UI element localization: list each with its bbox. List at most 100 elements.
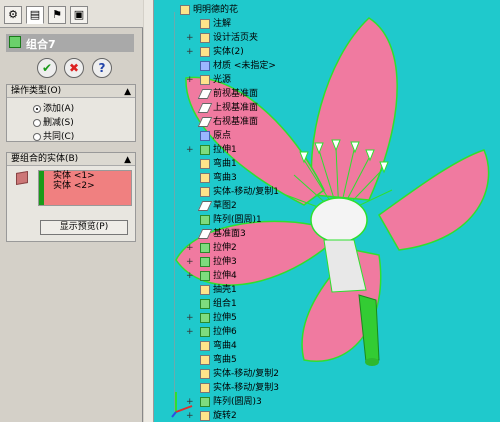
bodies-header-label: 要组合的实体(B) (11, 154, 79, 164)
tree-item[interactable]: 组合1 (200, 298, 237, 310)
configuration-manager-tab[interactable]: ⚑ (48, 6, 66, 24)
radio-icon (33, 118, 41, 127)
combine-icon (200, 298, 210, 309)
show-preview-button[interactable]: 显示预览(P) (40, 220, 128, 235)
tree-item[interactable]: 注解 (200, 18, 231, 30)
tree-item[interactable]: 实体-移动/复制3 (200, 382, 279, 394)
expand-icon[interactable]: + (186, 312, 194, 324)
feature-manager-tab[interactable]: ⚙ (4, 6, 22, 24)
tree-item-label: 右视基准面 (213, 117, 259, 127)
tree-item-label: 实体-移动/复制1 (213, 187, 280, 197)
cancel-button[interactable]: ✖ (64, 58, 84, 78)
tree-root[interactable]: 明明德的花 (180, 4, 238, 16)
extrude-icon (200, 144, 210, 155)
tree-item[interactable]: 原点 (200, 130, 231, 142)
bodies-selection-list[interactable]: 实体 <1> 实体 <2> (38, 170, 132, 206)
list-item[interactable]: 实体 <2> (39, 181, 131, 191)
feature-manager-icon: ⚙ (8, 8, 18, 21)
tree-item[interactable]: 弯曲4 (200, 340, 237, 352)
collapse-chevron-icon[interactable]: ▲ (124, 154, 131, 166)
manager-tabbar: ⚙ ▤ ⚑ ▣ (0, 0, 143, 28)
expand-icon[interactable]: + (186, 326, 194, 338)
tree-item[interactable]: 弯曲3 (200, 172, 237, 184)
operation-type-header[interactable]: 操作类型(O) ▲ (7, 85, 135, 98)
tree-item-label: 阵列(圆周)1 (213, 215, 262, 225)
tree-item-label: 实体-移动/复制2 (213, 369, 280, 379)
tree-item[interactable]: 弯曲1 (200, 158, 237, 170)
extrude-icon (200, 270, 210, 281)
tree-item-label: 注解 (213, 19, 232, 29)
tree-item-label: 前视基准面 (213, 89, 259, 99)
radio-selected-icon (33, 104, 41, 113)
display-manager-tab[interactable]: ▣ (70, 6, 88, 24)
tree-item[interactable]: 实体-移动/复制2 (200, 368, 279, 380)
flex-icon (200, 340, 210, 351)
tree-item-label: 旋转2 (213, 411, 237, 421)
lights-icon (200, 74, 210, 85)
tree-item[interactable]: 右视基准面 (197, 116, 259, 128)
plane-icon (197, 116, 213, 127)
tree-item-label: 设计活页夹 (213, 33, 259, 43)
operation-type-label: 操作类型(O) (11, 86, 62, 96)
list-item[interactable]: 实体 <1> (39, 171, 131, 181)
annotation-icon (200, 18, 210, 29)
radio-subtract[interactable]: 删减(S) (33, 115, 74, 128)
tree-item[interactable]: + 设计活页夹 (186, 32, 259, 44)
ok-button[interactable]: ✔ (37, 58, 57, 78)
combine-icon (9, 36, 21, 48)
origin-icon (200, 130, 210, 141)
tree-item[interactable]: + 拉伸3 (186, 256, 237, 268)
property-manager-tab[interactable]: ▤ (26, 6, 44, 24)
solid-body-icon (16, 170, 28, 186)
tree-item[interactable]: + 拉伸4 (186, 270, 237, 282)
tree-item[interactable]: 实体-移动/复制1 (200, 186, 279, 198)
display-icon: ▣ (73, 8, 85, 21)
graphics-area[interactable]: 明明德的花 注解 + 设计活页夹 + 实体(2) 材质 <未指定> + 光源 前视基准… (154, 0, 500, 422)
tree-item[interactable]: 弯曲5 (200, 354, 237, 366)
tree-item-label: 弯曲4 (213, 341, 237, 351)
move-copy-icon (200, 186, 210, 197)
tree-item-label: 弯曲5 (213, 355, 237, 365)
collapse-chevron-icon[interactable]: ▲ (124, 86, 131, 98)
tree-item[interactable]: 前视基准面 (197, 88, 259, 100)
extrude-icon (200, 312, 210, 323)
help-button[interactable]: ? (92, 58, 112, 78)
tree-item[interactable]: + 旋转2 (186, 410, 237, 422)
expand-icon[interactable]: + (186, 32, 194, 44)
tree-item-label: 阵列(圆周)3 (213, 397, 262, 407)
tree-item[interactable]: 基准面3 (197, 228, 246, 240)
feature-tree: 明明德的花 注解 + 设计活页夹 + 实体(2) 材质 <未指定> + 光源 前视基准… (154, 0, 500, 422)
tree-item[interactable]: + 拉伸6 (186, 326, 237, 338)
tree-item-label: 拉伸1 (213, 145, 237, 155)
expand-icon[interactable]: + (186, 256, 194, 268)
expand-icon[interactable]: + (186, 144, 194, 156)
tree-item[interactable]: 材质 <未指定> (200, 60, 276, 72)
radio-add[interactable]: 添加(A) (33, 101, 74, 114)
expand-icon[interactable]: + (186, 270, 194, 282)
bodies-header[interactable]: 要组合的实体(B) ▲ (7, 153, 135, 166)
tree-item-label: 拉伸3 (213, 257, 237, 267)
tree-item[interactable]: + 阵列(圆周)3 (186, 396, 262, 408)
tree-item-label: 原点 (213, 131, 232, 141)
tree-item[interactable]: 草图2 (197, 200, 237, 212)
expand-icon[interactable]: + (186, 242, 194, 254)
tree-item[interactable]: + 拉伸5 (186, 312, 237, 324)
flex-icon (200, 172, 210, 183)
radio-common[interactable]: 共同(C) (33, 129, 74, 142)
radio-add-label: 添加(A) (43, 104, 75, 114)
tree-item[interactable]: 抽壳1 (200, 284, 237, 296)
vertical-scrollbar[interactable] (144, 0, 154, 422)
tree-item[interactable]: 阵列(圆周)1 (200, 214, 262, 226)
tree-item[interactable]: + 光源 (186, 74, 232, 86)
tree-item-label: 光源 (213, 75, 232, 85)
expand-icon[interactable]: + (186, 46, 194, 58)
tree-item[interactable]: 上视基准面 (197, 102, 259, 114)
tree-item[interactable]: + 实体(2) (186, 46, 244, 58)
extrude-icon (200, 256, 210, 267)
tree-item-label: 草图2 (213, 201, 237, 211)
tree-item[interactable]: + 拉伸1 (186, 144, 237, 156)
tree-item[interactable]: + 拉伸2 (186, 242, 237, 254)
tree-item-label: 弯曲3 (213, 173, 237, 183)
tree-item-label: 上视基准面 (213, 103, 259, 113)
expand-icon[interactable]: + (186, 74, 194, 86)
